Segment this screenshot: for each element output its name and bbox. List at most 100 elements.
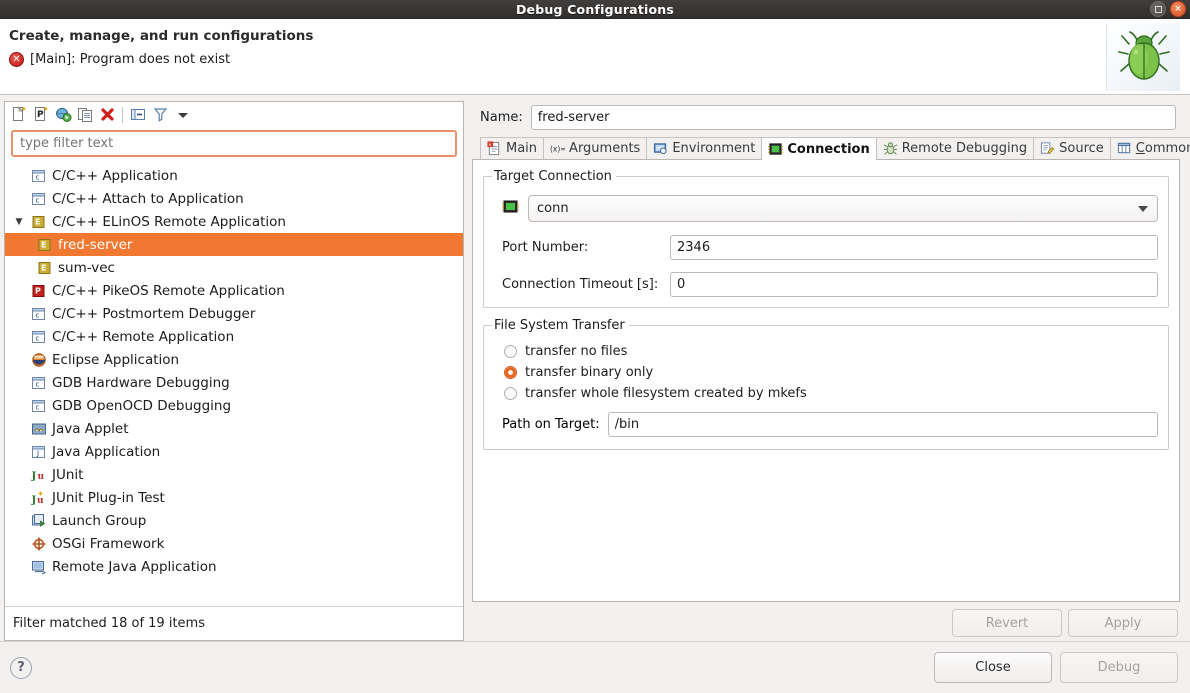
path-on-target-label: Path on Target: bbox=[502, 417, 600, 432]
error-icon: ✕ bbox=[9, 52, 24, 67]
tree-item-label: Launch Group bbox=[52, 512, 147, 529]
c-app-icon: c bbox=[30, 168, 47, 184]
chevron-down-icon bbox=[1138, 205, 1148, 212]
tab-arguments[interactable]: (x)= Arguments bbox=[543, 137, 647, 159]
apply-button[interactable]: Apply bbox=[1068, 609, 1178, 637]
tab-strip[interactable]: x Main (x)= Arguments Environment Connection R… bbox=[472, 137, 1190, 160]
debug-button[interactable]: Debug bbox=[1060, 652, 1178, 683]
tree-item[interactable]: P C/C++ PikeOS Remote Application bbox=[5, 279, 463, 302]
svg-text:E: E bbox=[41, 240, 46, 249]
filter-icon[interactable] bbox=[150, 105, 170, 125]
tree-item[interactable]: J Java Application bbox=[5, 440, 463, 463]
path-on-target-input[interactable] bbox=[607, 412, 1158, 437]
tab-environment[interactable]: Environment bbox=[646, 137, 762, 159]
close-window-button[interactable]: × bbox=[1170, 1, 1186, 17]
tree-item[interactable]: c C/C++ Attach to Application bbox=[5, 187, 463, 210]
tree-item[interactable]: c C/C++ Postmortem Debugger bbox=[5, 302, 463, 325]
tree-item-label: Java Application bbox=[52, 443, 161, 460]
c-app-icon: c bbox=[30, 306, 47, 322]
close-icon: × bbox=[1174, 3, 1182, 14]
delete-icon[interactable] bbox=[97, 105, 117, 125]
port-number-row: Port Number: bbox=[494, 232, 1158, 260]
tree-item[interactable]: Esum-vec bbox=[5, 256, 463, 279]
tree-item[interactable]: Remote Java Application bbox=[5, 555, 463, 578]
radio-button[interactable] bbox=[504, 366, 517, 379]
tab-connection[interactable]: Connection bbox=[761, 137, 876, 160]
tree-item-label: OSGi Framework bbox=[52, 535, 165, 552]
tab-source[interactable]: Source bbox=[1033, 137, 1110, 159]
tree-item[interactable]: ▼ E C/C++ ELinOS Remote Application bbox=[5, 210, 463, 233]
java-app-icon: J bbox=[30, 444, 47, 460]
transfer-mode-radio-group[interactable]: transfer no files transfer binary only tra… bbox=[494, 341, 1158, 404]
file-system-transfer-legend: File System Transfer bbox=[494, 318, 625, 333]
target-connection-legend: Target Connection bbox=[494, 169, 612, 184]
tree-item[interactable]: c GDB Hardware Debugging bbox=[5, 371, 463, 394]
transfer-option[interactable]: transfer no files bbox=[494, 341, 1158, 362]
pikeos-icon: P bbox=[30, 283, 47, 299]
svg-text:J: J bbox=[31, 495, 37, 506]
svg-text:c: c bbox=[35, 311, 39, 319]
expand-arrow-icon[interactable]: ▼ bbox=[13, 216, 25, 228]
tree-item[interactable]: Java Applet bbox=[5, 417, 463, 440]
tree-item-label: Java Applet bbox=[52, 420, 129, 437]
bug-icon bbox=[1106, 23, 1180, 91]
apply-revert-bar: Revert Apply bbox=[472, 602, 1180, 641]
tree-item[interactable]: c C/C++ Application bbox=[5, 164, 463, 187]
tree-item[interactable]: c C/C++ Remote Application bbox=[5, 325, 463, 348]
restore-icon bbox=[1154, 5, 1162, 13]
duplicate-icon[interactable] bbox=[75, 105, 95, 125]
port-number-input[interactable] bbox=[670, 235, 1158, 260]
tree-item[interactable]: c GDB OpenOCD Debugging bbox=[5, 394, 463, 417]
tree-item[interactable]: Ju JUnit Plug-in Test bbox=[5, 486, 463, 509]
arguments-tab-icon: (x)= bbox=[550, 141, 565, 156]
tree-item[interactable]: Eclipse Application bbox=[5, 348, 463, 371]
configuration-editor: Name: x Main (x)= Arguments Environment Conne… bbox=[472, 101, 1190, 641]
svg-text:P: P bbox=[35, 286, 41, 295]
transfer-option-label: transfer whole filesystem created by mke… bbox=[525, 386, 807, 401]
transfer-option[interactable]: transfer whole filesystem created by mke… bbox=[494, 383, 1158, 404]
tab-remote-debugging[interactable]: Remote Debugging bbox=[875, 137, 1034, 159]
new-config-icon[interactable] bbox=[9, 105, 29, 125]
tree-item[interactable]: Efred-server bbox=[5, 233, 463, 256]
svg-text:J: J bbox=[31, 471, 37, 482]
tree-item[interactable]: OSGi Framework bbox=[5, 532, 463, 555]
export-icon[interactable] bbox=[53, 105, 73, 125]
tree-item[interactable]: Launch Group bbox=[5, 509, 463, 532]
tree-item-label: fred-server bbox=[58, 236, 133, 253]
svg-text:E: E bbox=[35, 217, 40, 226]
radio-button[interactable] bbox=[504, 345, 517, 358]
debug-configurations-dialog: Debug Configurations × Create, manage, a… bbox=[0, 0, 1190, 693]
filter-input-wrapper[interactable] bbox=[11, 130, 457, 157]
new-prototype-icon[interactable]: P bbox=[31, 105, 51, 125]
junit-icon: Ju bbox=[30, 467, 47, 483]
tab-common[interactable]: Common bbox=[1109, 137, 1190, 159]
dialog-body: P type filter text c C/C++ Application c… bbox=[0, 95, 1190, 641]
connection-combo[interactable]: conn bbox=[528, 195, 1158, 222]
revert-button[interactable]: Revert bbox=[952, 609, 1062, 637]
target-connection-group: Target Connection conn Port Number: 2346… bbox=[483, 169, 1169, 308]
configurations-tree[interactable]: c C/C++ Application c C/C++ Attach to Appli… bbox=[5, 161, 463, 606]
name-input[interactable] bbox=[530, 105, 1176, 130]
close-button[interactable]: Close bbox=[934, 652, 1052, 683]
osgi-icon bbox=[30, 536, 47, 552]
collapse-all-icon[interactable] bbox=[128, 105, 148, 125]
radio-button[interactable] bbox=[504, 387, 517, 400]
window-title: Debug Configurations bbox=[515, 1, 675, 17]
transfer-option[interactable]: transfer binary only bbox=[494, 362, 1158, 383]
restore-window-button[interactable] bbox=[1150, 1, 1166, 17]
help-icon[interactable]: ? bbox=[10, 656, 32, 679]
svg-text:c: c bbox=[35, 380, 39, 388]
c-app-icon: c bbox=[30, 191, 47, 207]
chevron-down-icon[interactable] bbox=[172, 105, 192, 125]
connection-timeout-input[interactable] bbox=[670, 272, 1158, 297]
tab-label: Source bbox=[1059, 141, 1104, 156]
tab-main[interactable]: x Main bbox=[480, 137, 544, 159]
toolbar-separator bbox=[122, 106, 123, 123]
dialog-header: Create, manage, and run configurations ✕… bbox=[0, 19, 1190, 95]
filter-input[interactable] bbox=[18, 135, 450, 152]
tree-item[interactable]: Ju JUnit bbox=[5, 463, 463, 486]
connection-tab-panel: Target Connection conn Port Number: 2346… bbox=[472, 160, 1180, 602]
